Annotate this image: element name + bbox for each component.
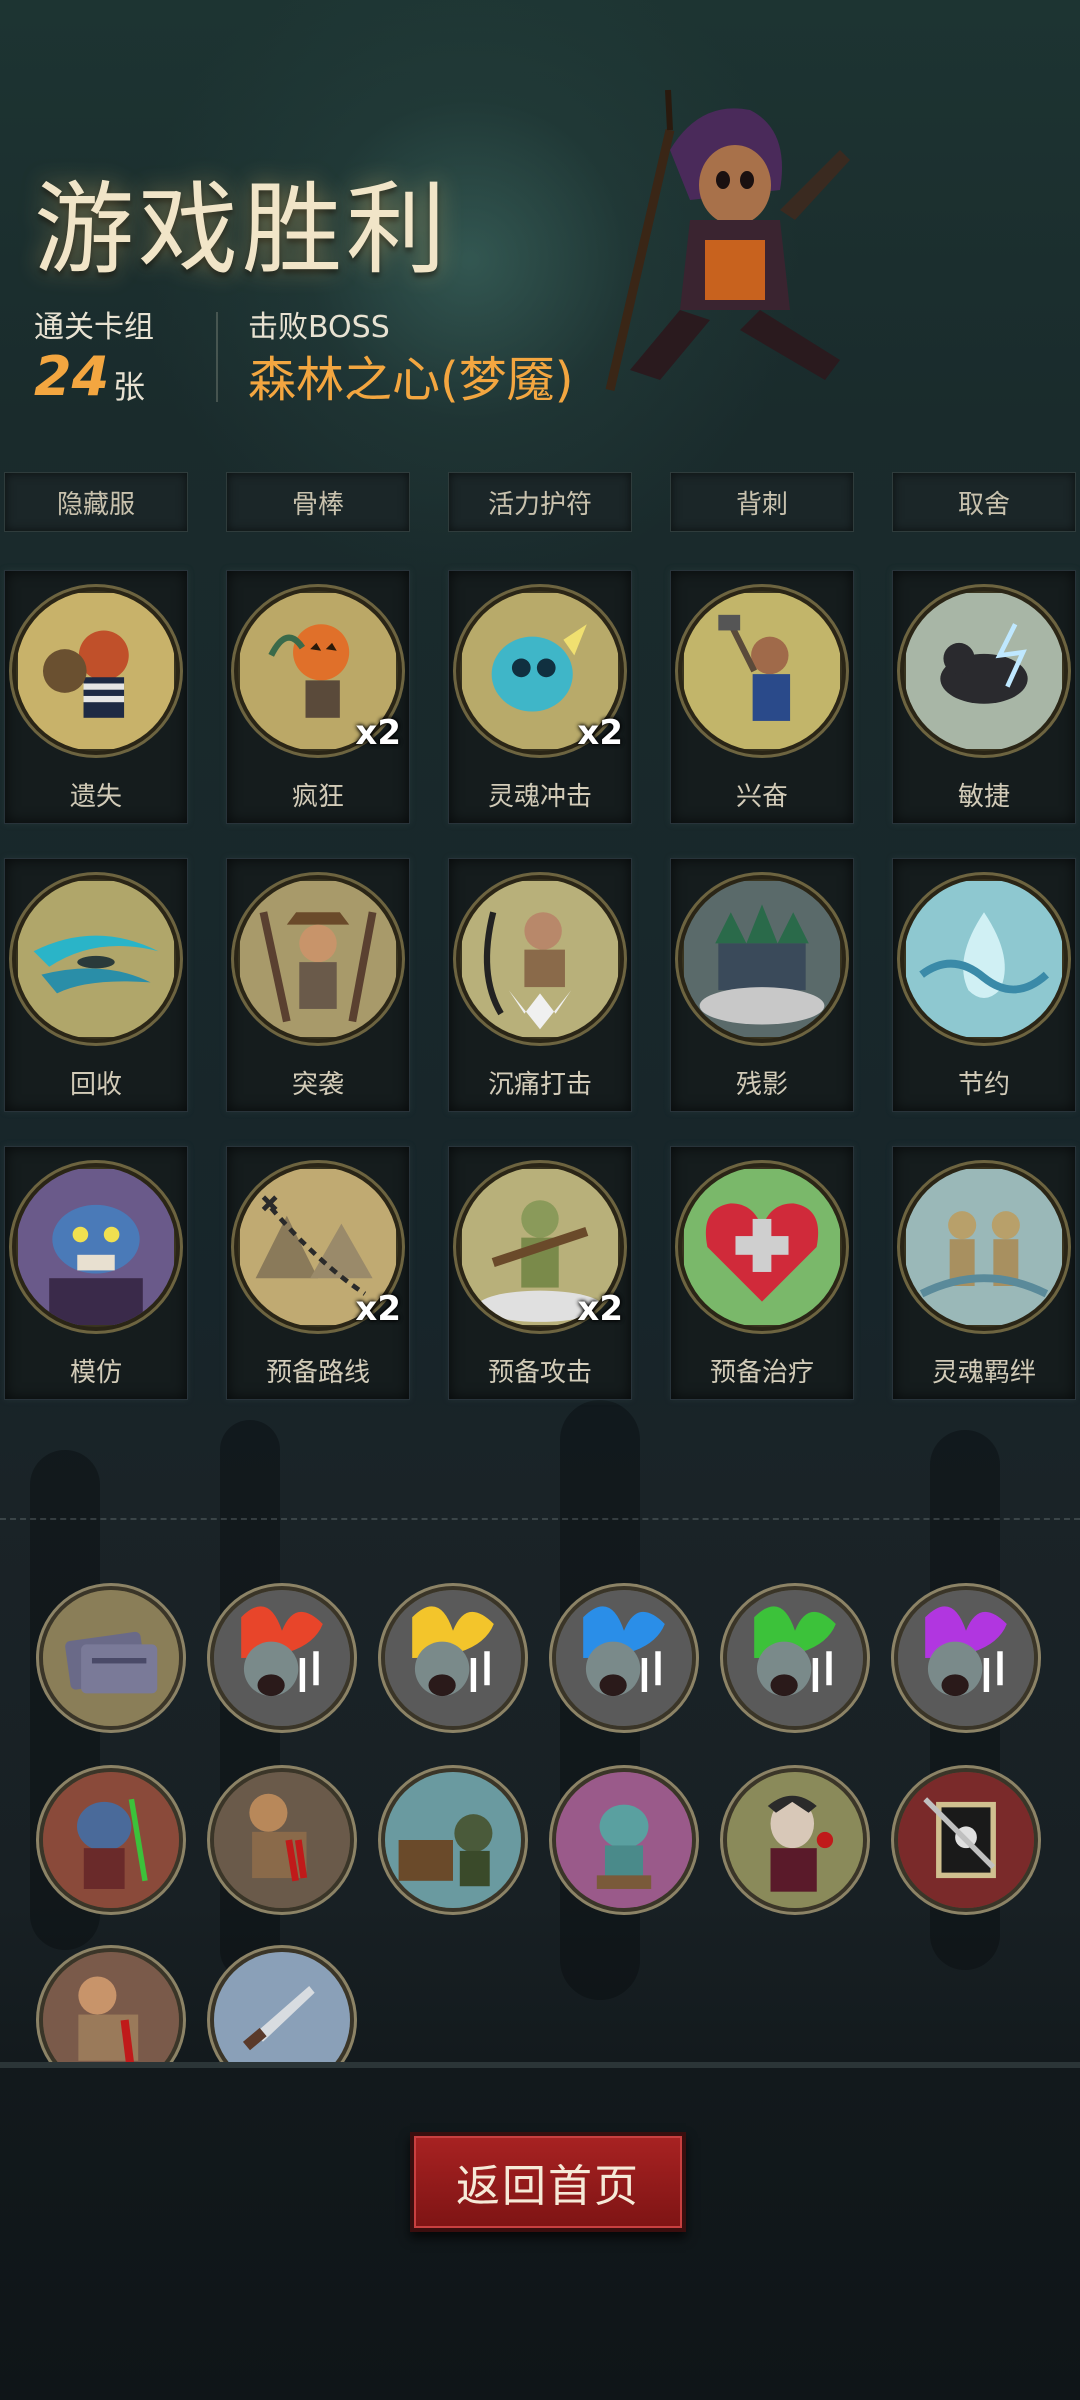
card[interactable]: 残影 [670, 858, 854, 1112]
card-art [238, 879, 398, 1039]
card[interactable]: 敏捷 [892, 570, 1076, 824]
card-art [904, 879, 1064, 1039]
bleeding-hands-icon [214, 1772, 350, 1908]
mimic-goblin-icon [18, 1169, 174, 1325]
card-art [460, 879, 620, 1039]
hero-character-illustration [605, 89, 850, 392]
treasure-ghoul-icon [385, 1772, 521, 1908]
card[interactable]: 遗失 [4, 570, 188, 824]
heavy-strike-icon [462, 881, 618, 1037]
water-drop-icon [906, 881, 1062, 1037]
skull-sword-banner-icon [898, 1772, 1034, 1908]
bard-green-flame-icon [727, 1590, 863, 1726]
card-art [16, 1167, 176, 1327]
relic[interactable] [43, 1590, 179, 1726]
card[interactable]: x2 疯狂 [226, 570, 410, 824]
card-name: 模仿 [69, 1358, 122, 1388]
deck-unit: 张 [113, 368, 146, 406]
card[interactable]: 突袭 [226, 858, 410, 1112]
card[interactable]: 预备治疗 [670, 1146, 854, 1400]
bard-red-flame-icon [214, 1590, 350, 1726]
relic[interactable] [727, 1590, 863, 1726]
bard-blue-flame-icon [556, 1590, 692, 1726]
afterimage-icon [684, 881, 840, 1037]
footer-panel [0, 2068, 1080, 2400]
card[interactable]: 节约 [892, 858, 1076, 1112]
card[interactable]: x2 灵魂冲击 [448, 570, 632, 824]
card-multiplier: x2 [355, 713, 401, 753]
soul-bond-icon [906, 1169, 1062, 1325]
tickets-icon [43, 1590, 179, 1726]
card[interactable]: 模仿 [4, 1146, 188, 1400]
equipment-tab[interactable]: 骨棒 [226, 472, 410, 532]
card-name: 疯狂 [291, 782, 344, 812]
card[interactable]: 回收 [4, 858, 188, 1112]
deck-count: 24 [34, 345, 110, 408]
heart-cross-icon [684, 1169, 840, 1325]
card-name: 灵魂羁绊 [931, 1358, 1036, 1388]
equipment-tab[interactable]: 取舍 [892, 472, 1076, 532]
card[interactable]: 兴奋 [670, 570, 854, 824]
relic[interactable] [556, 1590, 692, 1726]
vampire-icon [727, 1772, 863, 1908]
card-art [904, 591, 1064, 751]
deck-label: 通关卡组 [34, 310, 154, 345]
card-art [16, 879, 176, 1039]
card-name: 灵魂冲击 [487, 782, 592, 812]
boss-name: 森林之心(梦魇) [248, 352, 574, 408]
relic[interactable] [898, 1772, 1034, 1908]
relic[interactable] [43, 1772, 179, 1908]
equipment-tab[interactable]: 隐藏服 [4, 472, 188, 532]
goblin-warrior-icon [43, 1772, 179, 1908]
card-art [682, 1167, 842, 1327]
header-divider [216, 312, 218, 402]
card[interactable]: 灵魂羁绊 [892, 1146, 1076, 1400]
relic[interactable] [385, 1772, 521, 1908]
relic[interactable] [214, 1772, 350, 1908]
card-name: 敏捷 [957, 782, 1010, 812]
bard-yellow-flame-icon [385, 1590, 521, 1726]
card[interactable]: 沉痛打击 [448, 858, 632, 1112]
water-swirl-icon [18, 881, 174, 1037]
card-art [682, 591, 842, 751]
card-name: 预备攻击 [487, 1358, 592, 1388]
card-art [16, 591, 176, 751]
ambush-icon [240, 881, 396, 1037]
card-multiplier: x2 [355, 1289, 401, 1329]
card-name: 预备治疗 [709, 1358, 814, 1388]
gargoyle-icon [556, 1772, 692, 1908]
card[interactable]: x2 预备路线 [226, 1146, 410, 1400]
equipment-tab[interactable]: 背刺 [670, 472, 854, 532]
bard-purple-flame-icon [898, 1590, 1034, 1726]
panther-icon [906, 593, 1062, 749]
return-home-button[interactable]: 返回首页 [410, 2132, 686, 2232]
relic[interactable] [727, 1772, 863, 1908]
hammer-dwarf-icon [684, 593, 840, 749]
card-name: 突袭 [291, 1070, 344, 1100]
card-multiplier: x2 [577, 713, 623, 753]
thief-icon [18, 593, 174, 749]
card[interactable]: x2 预备攻击 [448, 1146, 632, 1400]
card-name: 兴奋 [735, 782, 788, 812]
card-name: 残影 [735, 1070, 788, 1100]
card-name: 遗失 [69, 782, 122, 812]
card-name: 节约 [957, 1070, 1010, 1100]
equipment-tab[interactable]: 活力护符 [448, 472, 632, 532]
card-art [682, 879, 842, 1039]
section-divider [0, 1518, 1080, 1520]
relic[interactable] [898, 1590, 1034, 1726]
victory-title: 游戏胜利 [34, 171, 450, 288]
relic[interactable] [385, 1590, 521, 1726]
relic[interactable] [556, 1772, 692, 1908]
card-name: 回收 [69, 1070, 122, 1100]
card-name: 预备路线 [265, 1358, 370, 1388]
card-art [904, 1167, 1064, 1327]
card-name: 沉痛打击 [487, 1070, 592, 1100]
relic[interactable] [214, 1590, 350, 1726]
card-multiplier: x2 [577, 1289, 623, 1329]
